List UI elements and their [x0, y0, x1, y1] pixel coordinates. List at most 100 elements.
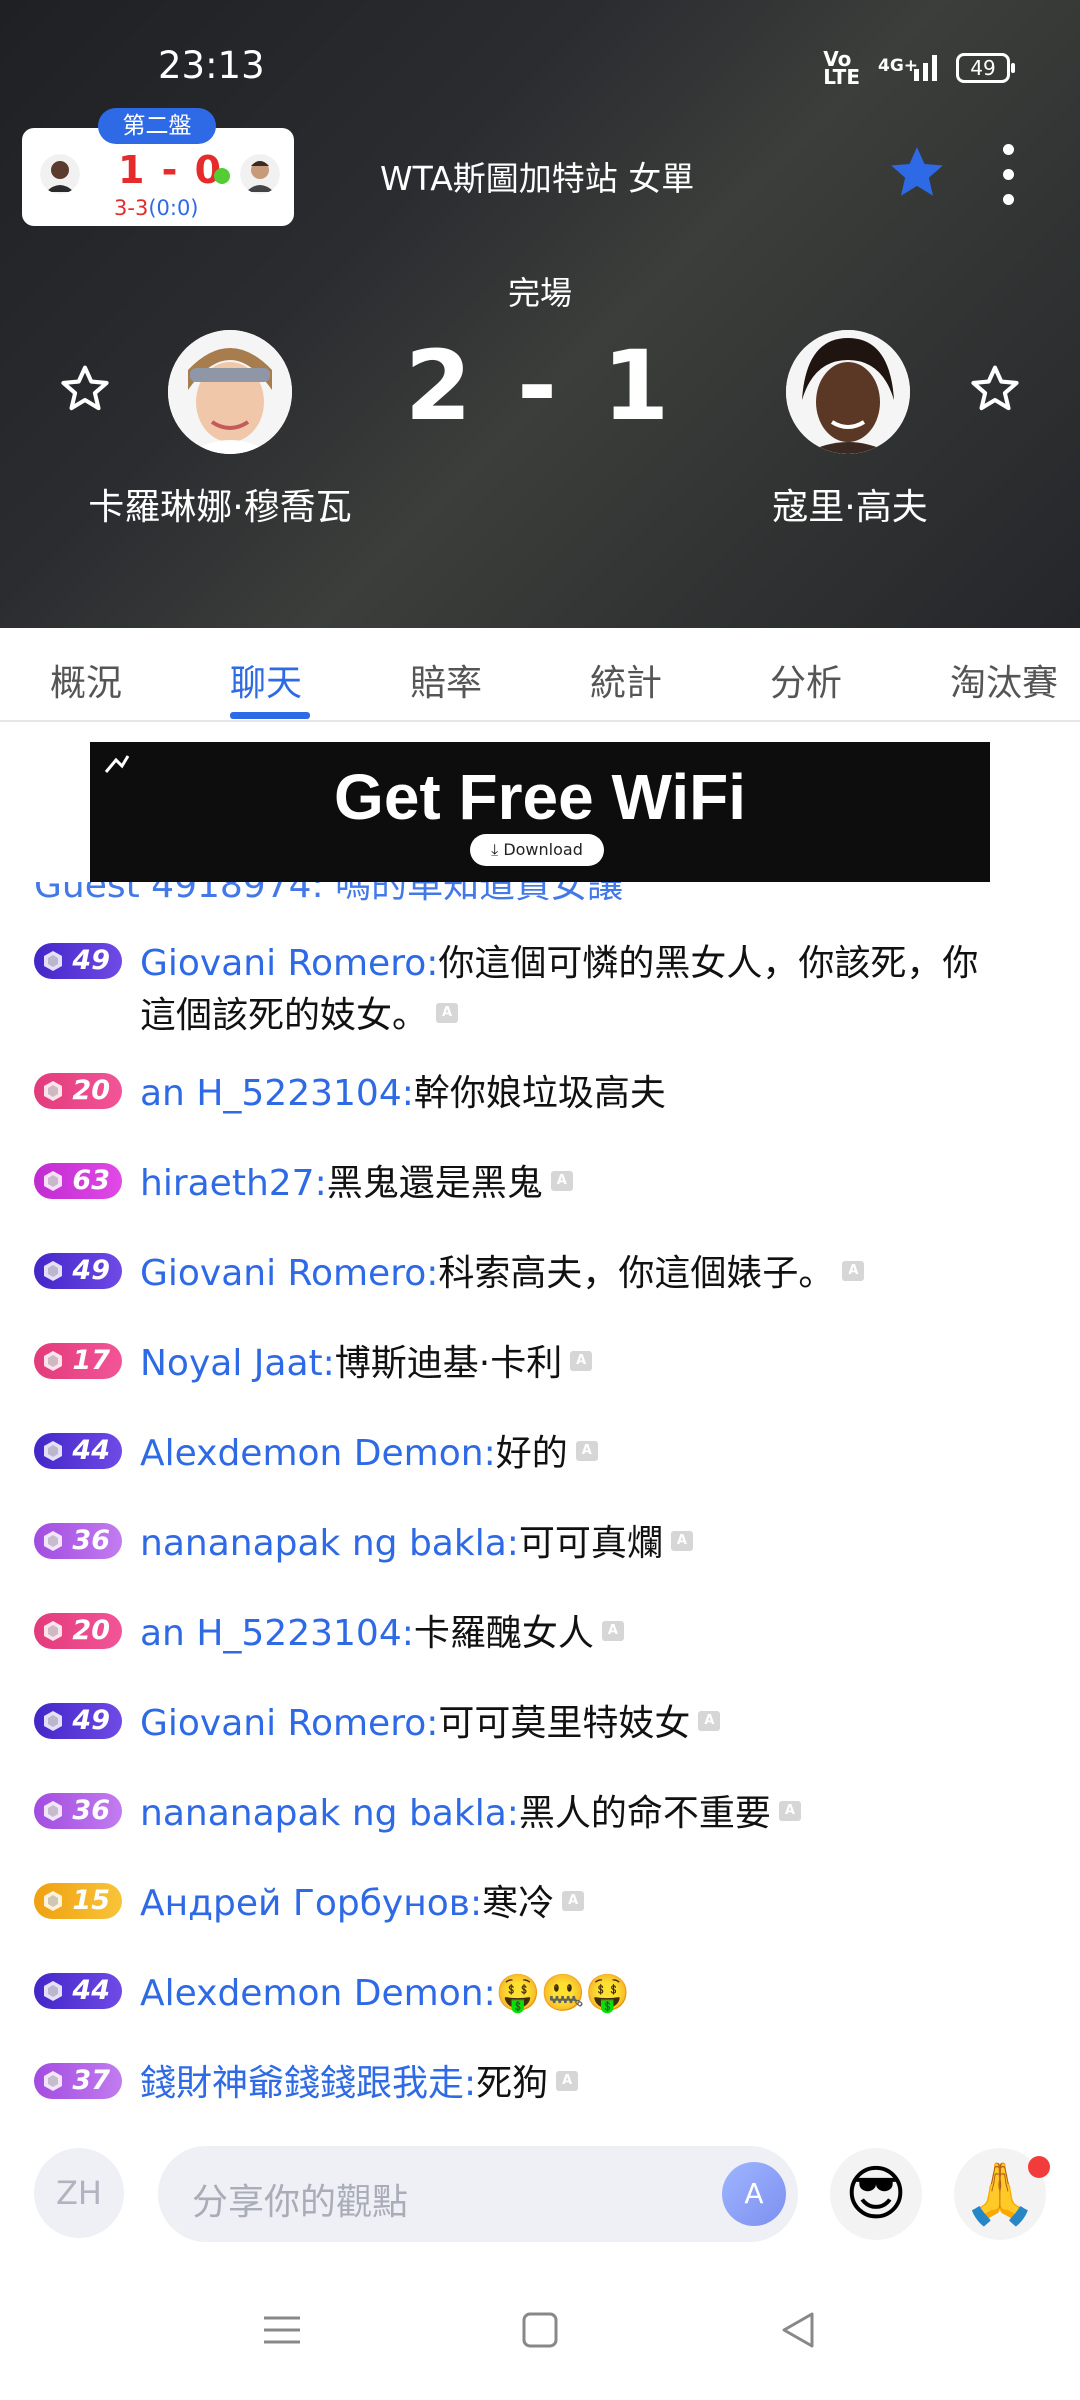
translate-icon[interactable]: A — [550, 1171, 573, 1191]
translate-icon[interactable]: A — [698, 1711, 721, 1731]
follow-away-star-icon[interactable] — [968, 362, 1022, 416]
chat-username[interactable]: an H_5223104: — [140, 1613, 414, 1654]
favorite-star-icon[interactable] — [886, 142, 948, 204]
away-player-avatar[interactable] — [786, 330, 910, 454]
gem-icon — [44, 1891, 62, 1911]
chat-message[interactable]: 44 Alexdemon Demon:🤑🤐🤑 — [34, 1968, 1044, 2020]
chat-list[interactable]: Guest 4918974: 嗎的車知道貴女讓 49 Giovani Romero… — [0, 882, 1080, 2112]
translate-icon[interactable]: A — [601, 1621, 624, 1641]
user-level: 20 — [72, 1615, 110, 1646]
status-bar: 23:13 Vo LTE 4G+ 49 — [0, 0, 1080, 120]
home-player-name[interactable]: 卡羅琳娜·穆喬瓦 — [60, 478, 380, 530]
tab-odds[interactable]: 賠率 — [410, 654, 482, 706]
user-level-badge: 37 — [34, 2063, 122, 2099]
match-score: 2 - 1 — [404, 330, 676, 442]
chat-username[interactable]: Alexdemon Demon: — [140, 1433, 496, 1474]
chat-message[interactable]: 36 nananapak ng bakla:可可真爛 A — [34, 1518, 1044, 1570]
gem-icon — [44, 1081, 62, 1101]
chat-message[interactable]: 49 Giovani Romero:科索高夫，你這個婊子。 A — [34, 1248, 1044, 1300]
chat-username[interactable]: nananapak ng bakla: — [140, 1523, 519, 1564]
translate-icon[interactable]: A — [842, 1261, 865, 1281]
user-level: 36 — [72, 1795, 110, 1826]
tab-bar: 概況 聊天 賠率 統計 分析 淘汰賽 — [0, 628, 1080, 722]
match-header: 23:13 Vo LTE 4G+ 49 第二盤 1 - 0 3-3(0:0) WT… — [0, 0, 1080, 628]
user-level-badge: 20 — [34, 1073, 122, 1109]
system-nav-bar — [0, 2280, 1080, 2400]
tab-chat[interactable]: 聊天 — [230, 654, 302, 706]
chat-message[interactable]: 17 Noyal Jaat:博斯迪基·卡利 A — [34, 1338, 1044, 1390]
chat-text: 黑鬼還是黑鬼 — [326, 1163, 543, 1204]
home-player-photo — [168, 330, 292, 454]
chat-text: 可可莫里特妓女 — [438, 1703, 691, 1744]
notification-dot — [1028, 2156, 1050, 2178]
follow-home-star-icon[interactable] — [58, 362, 112, 416]
user-level: 17 — [72, 1345, 110, 1376]
user-level-badge: 49 — [34, 943, 122, 979]
chat-username[interactable]: nananapak ng bakla: — [140, 1793, 519, 1834]
chat-text-continued: 這個該死的妓女。 — [140, 995, 429, 1036]
home-player-avatar[interactable] — [168, 330, 292, 454]
language-toggle-button[interactable]: ZH — [34, 2148, 124, 2238]
ad-download-button[interactable]: ⤓ Download — [470, 834, 604, 866]
translate-icon[interactable]: A — [562, 1891, 585, 1911]
tab-overview[interactable]: 概況 — [50, 654, 122, 706]
ai-assist-icon[interactable]: A — [722, 2162, 786, 2226]
status-icons: Vo LTE 4G+ 49 — [823, 49, 1015, 87]
tab-stats[interactable]: 統計 — [590, 654, 662, 706]
translate-icon[interactable]: A — [778, 1801, 801, 1821]
chat-message[interactable]: 49 Giovani Romero:可可莫里特妓女 A — [34, 1698, 1044, 1750]
user-level: 44 — [72, 1975, 110, 2006]
chat-message[interactable]: 44 Alexdemon Demon:好的 A — [34, 1428, 1044, 1480]
more-menu-icon[interactable] — [1000, 144, 1016, 205]
chat-username[interactable]: Alexdemon Demon: — [140, 1973, 496, 2014]
battery-icon: 49 — [956, 53, 1015, 83]
home-icon[interactable] — [520, 2310, 560, 2350]
league-title: WTA斯圖加特站 女單 — [380, 159, 695, 198]
chat-message[interactable]: 49 Giovani Romero:你這個可憐的黑女人，你該死，你 這個該死的妓女。… — [34, 938, 1044, 1042]
set-badge: 第二盤 — [98, 108, 216, 144]
chat-username[interactable]: Андрей Горбунов: — [140, 1883, 482, 1924]
chat-message[interactable]: 36 nananapak ng bakla:黑人的命不重要 A — [34, 1788, 1044, 1840]
chat-text: 可可真爛 — [518, 1523, 663, 1564]
active-tab-indicator — [230, 712, 310, 719]
menu-icon[interactable] — [262, 2310, 302, 2350]
chat-text: 幹你娘垃圾高夫 — [413, 1073, 666, 1114]
chat-text: 寒冷 — [482, 1883, 555, 1924]
status-time: 23:13 — [158, 44, 265, 87]
tab-analysis[interactable]: 分析 — [770, 654, 842, 706]
chat-username[interactable]: Giovani Romero: — [140, 1253, 438, 1294]
translate-icon[interactable]: A — [575, 1441, 598, 1461]
translate-icon[interactable]: A — [436, 1003, 459, 1023]
chat-username[interactable]: hiraeth27: — [140, 1163, 327, 1204]
chat-username[interactable]: Giovani Romero: — [140, 1703, 438, 1744]
tab-knockout[interactable]: 淘汰賽 — [950, 654, 1058, 706]
serve-ball-icon — [214, 168, 230, 184]
translate-icon[interactable]: A — [570, 1351, 593, 1371]
chat-text: 博斯迪基·卡利 — [334, 1343, 563, 1384]
chat-message[interactable]: 20 an H_5223104:幹你娘垃圾高夫 — [34, 1068, 1044, 1120]
user-level-badge: 36 — [34, 1793, 122, 1829]
translate-icon[interactable]: A — [670, 1531, 693, 1551]
chat-message[interactable]: 15 Андрей Горбунов:寒冷 A — [34, 1878, 1044, 1930]
user-level-badge: 15 — [34, 1883, 122, 1919]
user-level: 37 — [72, 2065, 110, 2096]
back-icon[interactable] — [778, 2310, 818, 2350]
ad-banner[interactable]: Get Free WiFi ⤓ Download — [90, 742, 990, 882]
gem-icon — [44, 1801, 62, 1821]
chat-message[interactable]: 20 an H_5223104:卡羅醜女人 A — [34, 1608, 1044, 1660]
gem-icon — [44, 1171, 62, 1191]
away-player-name[interactable]: 寇里·高夫 — [700, 478, 1000, 530]
cool-emoji-button[interactable]: 😎 — [830, 2148, 922, 2240]
chat-username[interactable]: Noyal Jaat: — [140, 1343, 335, 1384]
chat-username[interactable]: an H_5223104: — [140, 1073, 414, 1114]
mini-set-score: 1 - 0 — [118, 148, 224, 192]
translate-icon[interactable]: A — [556, 2071, 579, 2091]
chat-username[interactable]: Giovani Romero: — [140, 943, 438, 984]
chat-message[interactable]: 37 錢財神爺錢錢跟我走:死狗 A — [34, 2058, 1044, 2110]
chat-input[interactable]: 分享你的觀點 A — [158, 2146, 798, 2242]
chat-text: 好的 — [495, 1433, 568, 1474]
user-level-badge: 49 — [34, 1253, 122, 1289]
chat-username[interactable]: 錢財神爺錢錢跟我走: — [140, 2063, 476, 2104]
chat-text: 黑人的命不重要 — [518, 1793, 771, 1834]
chat-message[interactable]: 63 hiraeth27:黑鬼還是黑鬼 A — [34, 1158, 1044, 1210]
